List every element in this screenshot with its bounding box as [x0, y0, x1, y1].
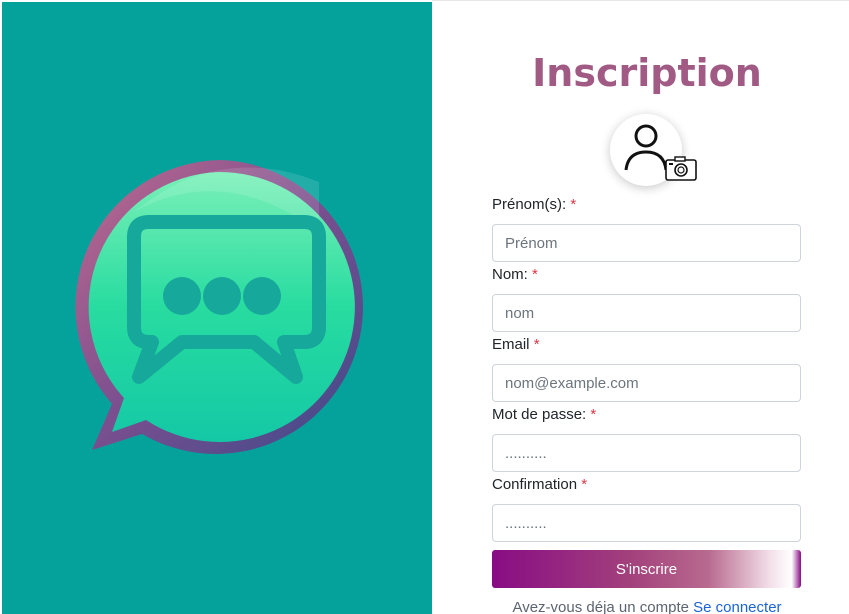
email-group: Email * — [492, 334, 802, 404]
required-marker: * — [581, 476, 588, 493]
first-name-group: Prénom(s): * — [492, 194, 802, 264]
first-name-label: Prénom(s): * — [492, 196, 577, 213]
page-title: Inscription — [532, 51, 762, 95]
email-field[interactable] — [492, 364, 801, 402]
password-field[interactable] — [492, 434, 801, 472]
chat-bubble-logo-icon — [75, 160, 363, 454]
brand-panel — [2, 2, 432, 614]
signup-panel: Inscription Prénom(s): * Nom: * — [432, 0, 849, 614]
signup-form: Prénom(s): * Nom: * Email * Mot de passe… — [492, 194, 802, 544]
login-prompt-text: Avez-vous déja un compte — [512, 599, 689, 614]
login-link[interactable]: Se connecter — [693, 599, 781, 614]
password-label: Mot de passe: * — [492, 406, 597, 423]
required-marker: * — [590, 406, 597, 423]
required-marker: * — [570, 196, 577, 213]
required-marker: * — [532, 266, 538, 283]
confirm-password-field[interactable] — [492, 504, 801, 542]
confirm-password-label: Confirmation * — [492, 476, 588, 493]
last-name-label: Nom: * — [492, 266, 538, 283]
password-group: Mot de passe: * — [492, 404, 802, 474]
required-marker: * — [533, 336, 540, 353]
confirm-password-group: Confirmation * — [492, 474, 802, 544]
last-name-field[interactable] — [492, 294, 801, 332]
signup-page: Inscription Prénom(s): * Nom: * — [0, 0, 849, 614]
last-name-group: Nom: * — [492, 264, 802, 334]
signup-button[interactable]: S'inscrire — [492, 550, 801, 588]
login-prompt: Avez-vous déja un compte Se connecter — [432, 599, 849, 614]
first-name-field[interactable] — [492, 224, 801, 262]
email-label: Email * — [492, 336, 540, 353]
user-icon — [624, 124, 668, 171]
camera-icon[interactable] — [665, 155, 697, 181]
